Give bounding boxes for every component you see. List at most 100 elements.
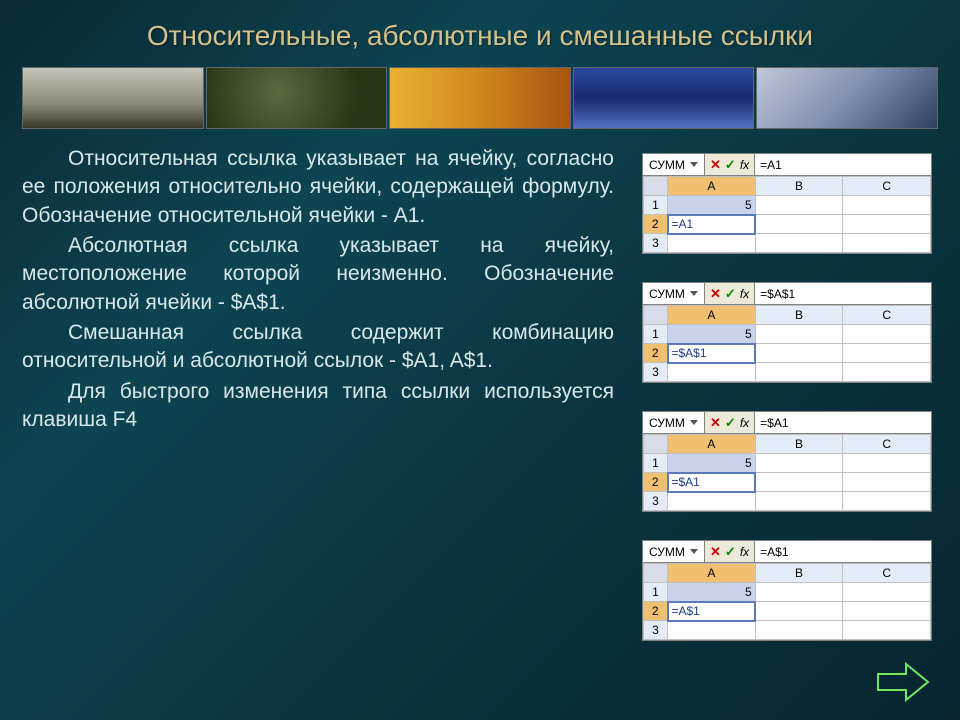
select-all-corner[interactable] xyxy=(644,177,668,196)
cell-b1[interactable] xyxy=(755,325,843,344)
cell-b3[interactable] xyxy=(755,363,843,382)
cell-b1[interactable] xyxy=(755,454,843,473)
paragraph-f4: Для быстрого изменения типа ссылки испол… xyxy=(22,378,614,435)
cell-b2[interactable] xyxy=(755,215,843,234)
cell-b3[interactable] xyxy=(755,234,843,253)
cell-a2-editing[interactable]: =A1 xyxy=(668,215,756,234)
dropdown-icon xyxy=(690,291,698,296)
next-slide-button[interactable] xyxy=(876,660,930,704)
col-header-a[interactable]: A xyxy=(668,306,756,325)
col-header-c[interactable]: C xyxy=(843,306,931,325)
dropdown-icon xyxy=(690,420,698,425)
cell-c1[interactable] xyxy=(843,325,931,344)
name-box[interactable]: СУММ xyxy=(643,541,705,562)
excel-sample-mixed-row: СУММ ✕ ✓ fx =A$1 A B C 1 xyxy=(642,540,932,641)
cell-a1[interactable]: 5 xyxy=(668,325,756,344)
cell-c3[interactable] xyxy=(843,363,931,382)
cell-a3[interactable] xyxy=(668,492,756,511)
row-header-1[interactable]: 1 xyxy=(644,325,668,344)
cell-b2[interactable] xyxy=(755,602,843,621)
fx-icon[interactable]: fx xyxy=(740,416,749,430)
cancel-icon[interactable]: ✕ xyxy=(710,415,721,431)
dropdown-icon xyxy=(690,549,698,554)
row-header-2[interactable]: 2 xyxy=(644,215,668,234)
col-header-c[interactable]: C xyxy=(843,177,931,196)
cancel-icon[interactable]: ✕ xyxy=(710,157,721,173)
row-header-1[interactable]: 1 xyxy=(644,454,668,473)
name-box-label: СУММ xyxy=(649,158,685,172)
cell-c2[interactable] xyxy=(843,473,931,492)
row-header-3[interactable]: 3 xyxy=(644,621,668,640)
row-header-1[interactable]: 1 xyxy=(644,196,668,215)
name-box[interactable]: СУММ xyxy=(643,283,705,304)
name-box[interactable]: СУММ xyxy=(643,154,705,175)
cell-c2[interactable] xyxy=(843,344,931,363)
cell-b1[interactable] xyxy=(755,196,843,215)
fx-icon[interactable]: fx xyxy=(740,287,749,301)
confirm-icon[interactable]: ✓ xyxy=(725,544,736,560)
cell-a1[interactable]: 5 xyxy=(668,583,756,602)
col-header-b[interactable]: B xyxy=(755,564,843,583)
cell-a1[interactable]: 5 xyxy=(668,454,756,473)
cell-b3[interactable] xyxy=(755,492,843,511)
confirm-icon[interactable]: ✓ xyxy=(725,415,736,431)
row-header-2[interactable]: 2 xyxy=(644,344,668,363)
cancel-icon[interactable]: ✕ xyxy=(710,544,721,560)
col-header-a[interactable]: A xyxy=(668,435,756,454)
cell-a2-editing[interactable]: =$A$1 xyxy=(668,344,756,363)
cell-b2[interactable] xyxy=(755,344,843,363)
slide-title: Относительные, абсолютные и смешанные сс… xyxy=(40,18,920,53)
cell-a2-editing[interactable]: =A$1 xyxy=(668,602,756,621)
row-header-3[interactable]: 3 xyxy=(644,492,668,511)
cell-c1[interactable] xyxy=(843,583,931,602)
name-box-label: СУММ xyxy=(649,545,685,559)
cell-a3[interactable] xyxy=(668,363,756,382)
formula-bar[interactable]: =$A$1 xyxy=(755,283,931,304)
cell-b3[interactable] xyxy=(755,621,843,640)
excel-sample-absolute: СУММ ✕ ✓ fx =$A$1 A B C 1 xyxy=(642,282,932,383)
formula-bar[interactable]: =$A1 xyxy=(755,412,931,433)
decor-image-4 xyxy=(573,67,755,129)
cell-c2[interactable] xyxy=(843,215,931,234)
fx-icon[interactable]: fx xyxy=(740,545,749,559)
select-all-corner[interactable] xyxy=(644,435,668,454)
paragraph-mixed: Смешанная ссылка содержит комбинацию отн… xyxy=(22,319,614,376)
select-all-corner[interactable] xyxy=(644,564,668,583)
dropdown-icon xyxy=(690,162,698,167)
formula-bar[interactable]: =A1 xyxy=(755,154,931,175)
cell-c3[interactable] xyxy=(843,621,931,640)
excel-sample-mixed-col: СУММ ✕ ✓ fx =$A1 A B C 1 xyxy=(642,411,932,512)
cell-c3[interactable] xyxy=(843,492,931,511)
row-header-2[interactable]: 2 xyxy=(644,473,668,492)
formula-bar[interactable]: =A$1 xyxy=(755,541,931,562)
cell-b2[interactable] xyxy=(755,473,843,492)
cell-c1[interactable] xyxy=(843,196,931,215)
row-header-2[interactable]: 2 xyxy=(644,602,668,621)
name-box[interactable]: СУММ xyxy=(643,412,705,433)
col-header-a[interactable]: A xyxy=(668,564,756,583)
fx-icon[interactable]: fx xyxy=(740,158,749,172)
cancel-icon[interactable]: ✕ xyxy=(710,286,721,302)
col-header-c[interactable]: C xyxy=(843,564,931,583)
cell-b1[interactable] xyxy=(755,583,843,602)
cell-c1[interactable] xyxy=(843,454,931,473)
confirm-icon[interactable]: ✓ xyxy=(725,157,736,173)
row-header-3[interactable]: 3 xyxy=(644,363,668,382)
cell-a2-editing[interactable]: =$A1 xyxy=(668,473,756,492)
cell-a1[interactable]: 5 xyxy=(668,196,756,215)
col-header-b[interactable]: B xyxy=(755,306,843,325)
cell-c2[interactable] xyxy=(843,602,931,621)
select-all-corner[interactable] xyxy=(644,306,668,325)
col-header-c[interactable]: C xyxy=(843,435,931,454)
col-header-b[interactable]: B xyxy=(755,435,843,454)
confirm-icon[interactable]: ✓ xyxy=(725,286,736,302)
col-header-a[interactable]: A xyxy=(668,177,756,196)
cell-a3[interactable] xyxy=(668,621,756,640)
row-header-1[interactable]: 1 xyxy=(644,583,668,602)
col-header-b[interactable]: B xyxy=(755,177,843,196)
cell-c3[interactable] xyxy=(843,234,931,253)
name-box-label: СУММ xyxy=(649,287,685,301)
row-header-3[interactable]: 3 xyxy=(644,234,668,253)
cell-a3[interactable] xyxy=(668,234,756,253)
decor-image-5 xyxy=(756,67,938,129)
